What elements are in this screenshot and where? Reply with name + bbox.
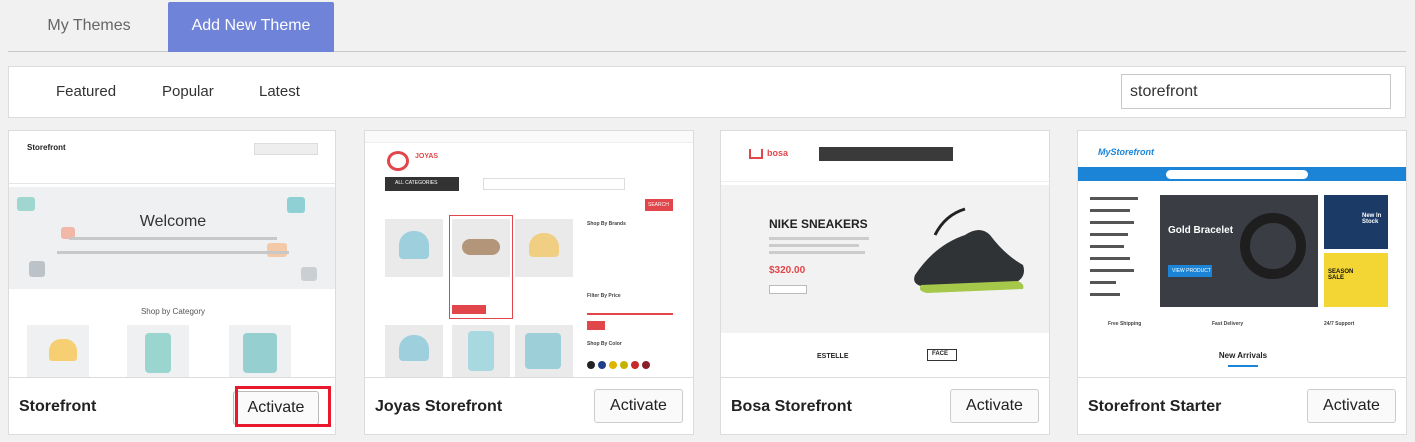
preview-shop-by-color: Shop By Color [587, 341, 622, 347]
preview-shop-by-brands: Shop By Brands [587, 221, 626, 227]
filter-featured[interactable]: Featured [56, 67, 116, 117]
theme-tabs: My Themes Add New Theme [8, 0, 1406, 52]
preview-side-promo-2: SEASON SALE [1328, 269, 1354, 281]
theme-name: Bosa Storefront [731, 398, 852, 415]
preview-side-promo-1: New In Stock [1362, 213, 1382, 225]
theme-name: Joyas Storefront [375, 398, 503, 415]
theme-screenshot: Storefront Welcome Shop by Category [9, 131, 335, 377]
preview-logo: Storefront [27, 143, 66, 152]
preview-new-arrivals: New Arrivals [1218, 351, 1268, 360]
theme-card-bosa-storefront[interactable]: bosa NIKE SNEAKERS $320.00 ESTELLE FACE … [720, 130, 1050, 435]
preview-headline: NIKE SNEAKERS [769, 217, 868, 231]
preview-shop-by-category: Shop by Category [140, 307, 206, 316]
preview-view-product: VIEW PRODUCT [1172, 268, 1211, 274]
activate-button[interactable]: Activate [233, 391, 319, 425]
activate-button[interactable]: Activate [1307, 389, 1396, 423]
category-list [1082, 193, 1152, 303]
preview-filter-by-price: Filter By Price [587, 293, 621, 299]
theme-search-input[interactable] [1121, 74, 1391, 109]
preview-logo: JOYAS [415, 153, 439, 160]
card-footer: Storefront Starter Activate [1078, 377, 1406, 434]
preview-price: $320.00 [769, 265, 806, 276]
promo-banner [1160, 195, 1318, 307]
tab-add-new-theme[interactable]: Add New Theme [168, 2, 334, 52]
preview-logo: bosa [767, 148, 789, 158]
activate-button[interactable]: Activate [594, 389, 683, 423]
filter-bar: Featured Popular Latest [8, 66, 1406, 118]
card-footer: Bosa Storefront Activate [721, 377, 1049, 434]
preview-welcome: Welcome [139, 213, 207, 230]
tab-my-themes[interactable]: My Themes [30, 2, 148, 52]
card-footer: Storefront Activate [9, 377, 335, 434]
filter-popular[interactable]: Popular [162, 67, 214, 117]
theme-screenshot: bosa NIKE SNEAKERS $320.00 ESTELLE FACE [721, 131, 1049, 377]
theme-card-storefront-starter[interactable]: MyStorefront Gold Bracelet VIEW PRODUCT … [1077, 130, 1407, 435]
theme-screenshot: MyStorefront Gold Bracelet VIEW PRODUCT … [1078, 131, 1406, 377]
activate-button[interactable]: Activate [950, 389, 1039, 423]
preview-search-button: SEARCH [648, 202, 669, 208]
preview-brand-estelle: ESTELLE [817, 353, 849, 360]
filter-latest[interactable]: Latest [259, 67, 300, 117]
theme-screenshot: JOYAS ALL CATEGORIES SEARCH Shop By Bran… [365, 131, 693, 377]
card-footer: Joyas Storefront Activate [365, 377, 693, 434]
theme-name: Storefront [19, 398, 97, 415]
theme-card-storefront[interactable]: Storefront Welcome Shop by Category Stor… [8, 130, 336, 435]
sneaker-image [905, 205, 1031, 305]
theme-name: Storefront Starter [1088, 398, 1222, 415]
preview-feature-support: 24/7 Support [1324, 321, 1355, 327]
preview-categories: ALL CATEGORIES [395, 180, 438, 186]
preview-search [254, 143, 318, 155]
theme-card-joyas-storefront[interactable]: JOYAS ALL CATEGORIES SEARCH Shop By Bran… [364, 130, 694, 435]
preview-divider [9, 183, 335, 184]
preview-promo: Gold Bracelet [1168, 225, 1234, 236]
preview-logo: MyStorefront [1098, 147, 1154, 157]
preview-brand-face: FACE [932, 351, 949, 357]
preview-feature-delivery: Fast Delivery [1212, 321, 1244, 327]
preview-feature-shipping: Free Shipping [1108, 321, 1142, 327]
